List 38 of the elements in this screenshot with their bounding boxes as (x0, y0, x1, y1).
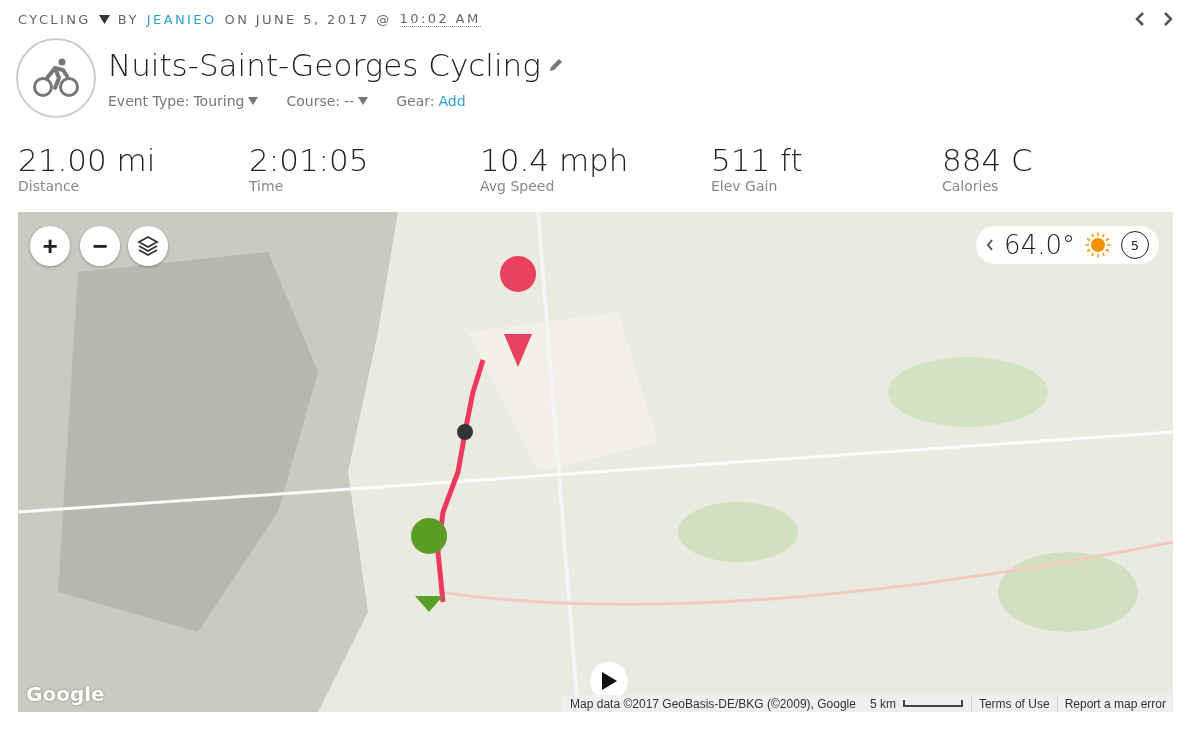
previous-icon[interactable] (1135, 12, 1145, 26)
stat-value: 10.4 mph (480, 142, 630, 178)
map-logo: Google (26, 682, 105, 706)
chevron-left-icon[interactable] (986, 239, 995, 251)
meta-label: Course: (286, 93, 341, 109)
pencil-icon[interactable] (548, 58, 563, 72)
stat-value: 2:01:05 (249, 142, 370, 178)
stat-label: Calories (942, 178, 1000, 194)
date-text: ON JUNE 5, 2017 @ (224, 11, 392, 27)
stat-value: 21.00 mi (18, 142, 157, 178)
temperature: 64.0° (1004, 230, 1075, 260)
scale-bar (902, 700, 963, 707)
stat-label: Elev Gain (711, 178, 779, 194)
meta-value[interactable]: Touring (193, 93, 245, 109)
stat-label: Distance (18, 178, 81, 194)
time-text: 10:02 AM (399, 11, 481, 27)
attribution-text: Map data ©2017 GeoBasis-DE/BKG (©2009), Google (569, 696, 857, 711)
map-link[interactable]: Report a map error (1056, 696, 1173, 711)
caret-icon[interactable] (98, 14, 110, 24)
play-icon (601, 672, 617, 690)
stat-label: Avg Speed (480, 178, 556, 194)
activity-title: Nuits-Saint-Georges Cycling (108, 47, 541, 83)
byline-text: BY (117, 11, 139, 27)
scale-label: 5 km (868, 696, 897, 711)
layers-icon (137, 235, 159, 257)
meta-label: Event Type: (108, 93, 190, 109)
next-icon[interactable] (1163, 12, 1173, 26)
stat-value: 884 C (942, 142, 1034, 178)
sun-icon (1085, 232, 1111, 258)
author-link[interactable]: JEANIEO (146, 11, 217, 27)
activity-type[interactable]: CYCLING (18, 11, 91, 27)
meta-link[interactable]: Add (438, 93, 466, 109)
map-link[interactable]: Terms of Use (970, 696, 1057, 711)
cyclist-icon (33, 58, 79, 98)
stat-label: Time (249, 178, 285, 194)
stat-value: 511 ft (711, 142, 804, 178)
meta-value[interactable]: -- (344, 93, 355, 109)
meta-label: Gear: (396, 93, 435, 109)
